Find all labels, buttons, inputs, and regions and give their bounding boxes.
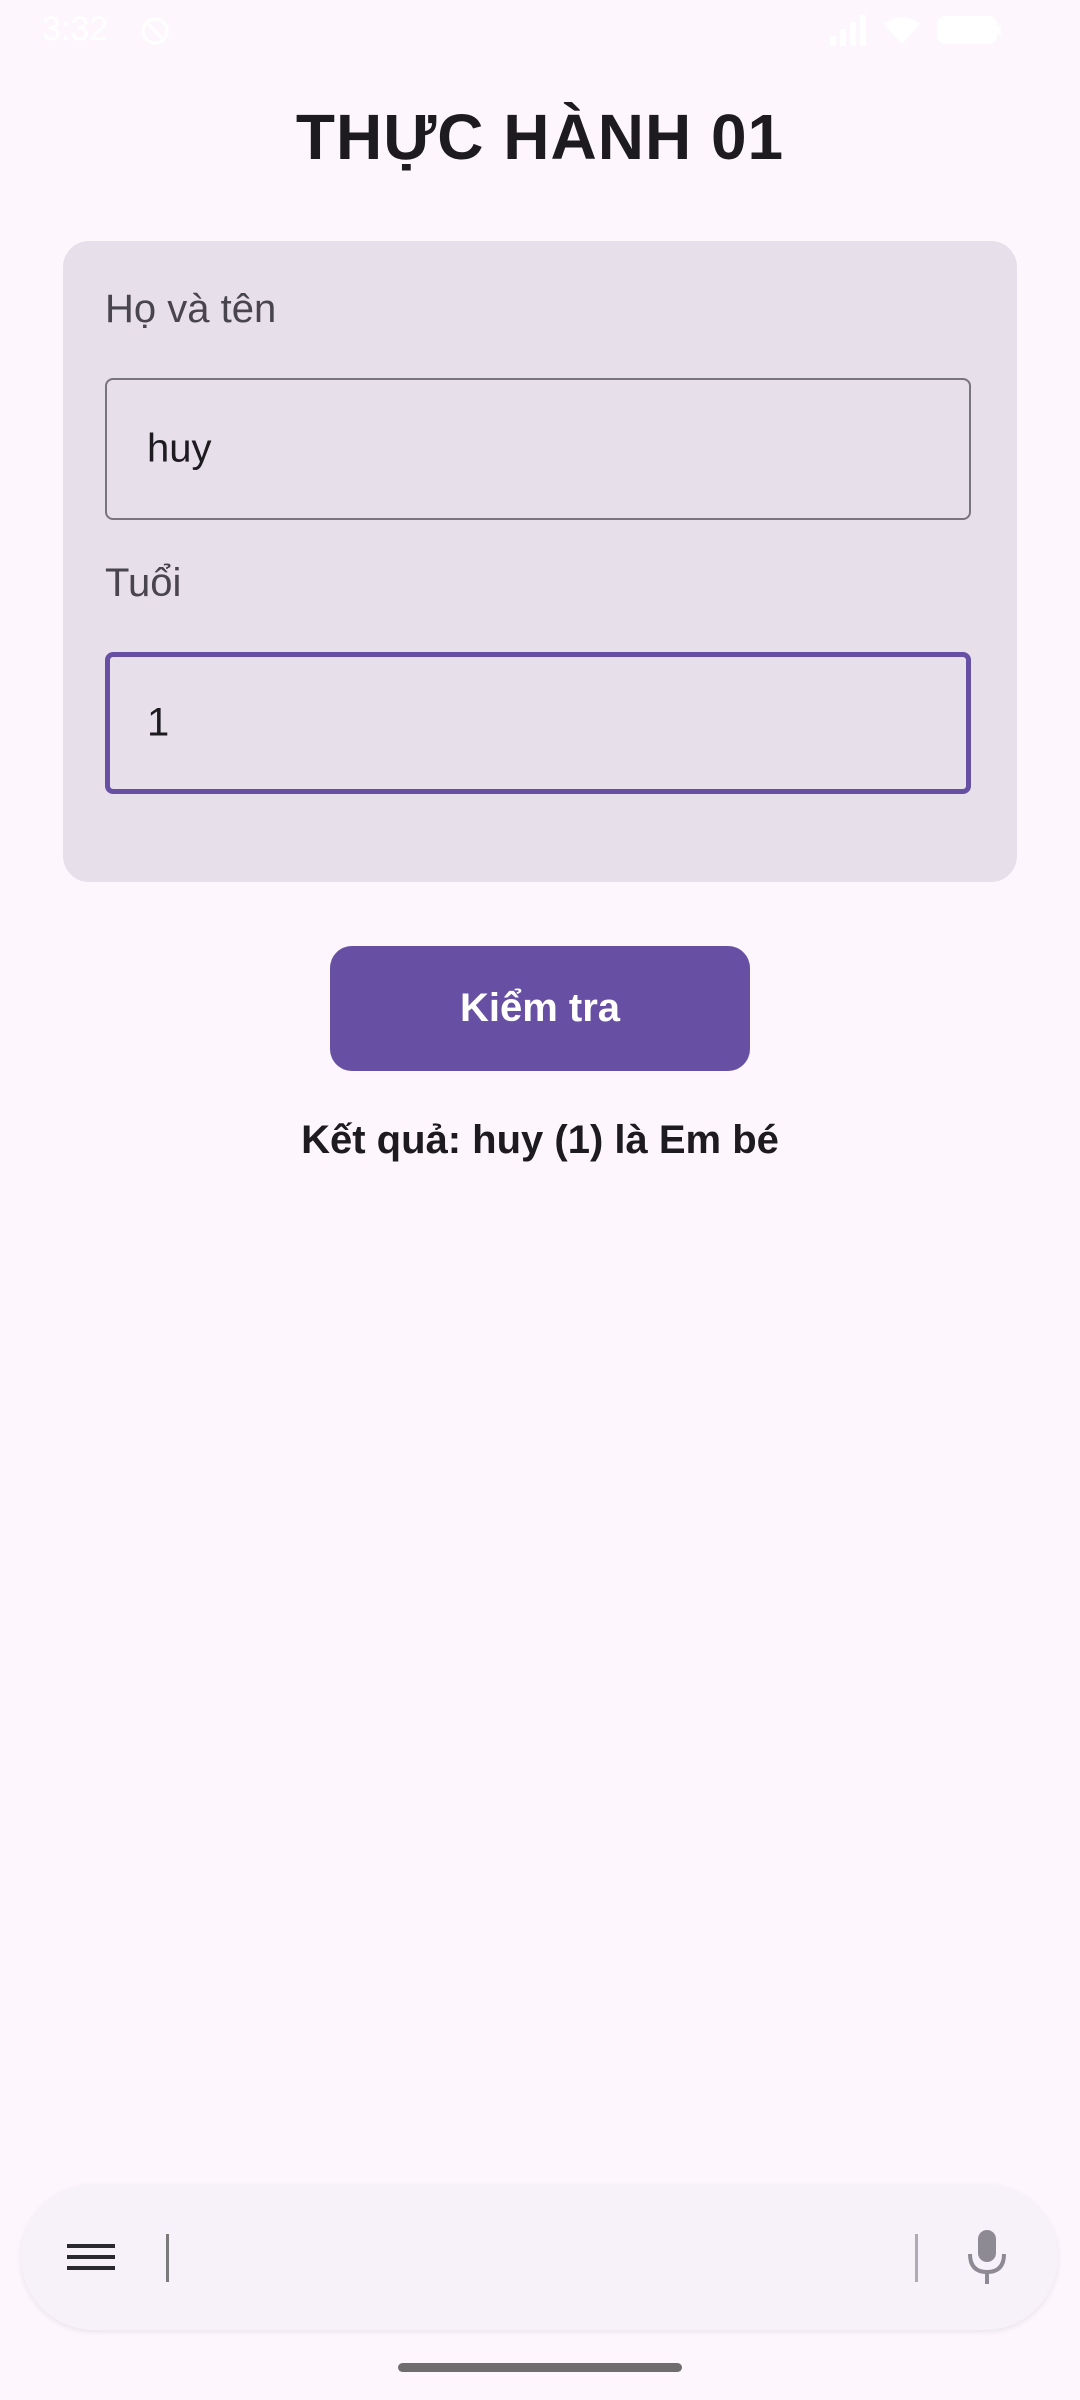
text-cursor [166, 2234, 169, 2282]
hamburger-menu-icon[interactable] [67, 2234, 115, 2280]
name-field[interactable]: huy [105, 378, 971, 520]
name-field-value: huy [147, 426, 212, 471]
bar-divider [915, 2234, 918, 2282]
name-label: Họ và tên [105, 287, 277, 331]
form-card: Họ và tên huy Tuổi 1 [63, 241, 1017, 882]
home-indicator[interactable] [398, 2363, 682, 2372]
keyboard-input-bar [21, 2184, 1058, 2330]
status-indicators [828, 14, 1002, 46]
check-button[interactable]: Kiểm tra [330, 946, 750, 1071]
wifi-icon [884, 17, 920, 44]
age-label: Tuổi [105, 561, 182, 605]
age-field[interactable]: 1 [105, 652, 971, 794]
status-time: 3:32 [42, 10, 109, 48]
do-not-disturb-icon [141, 17, 169, 45]
battery-icon [937, 16, 1001, 44]
microphone-icon[interactable] [964, 2228, 1010, 2286]
result-text: Kết quả: huy (1) là Em bé [301, 1118, 779, 1162]
status-bar: 3:32 [0, 0, 1080, 62]
signal-icon [830, 15, 866, 46]
page-title: THỰC HÀNH 01 [295, 101, 785, 173]
age-field-value: 1 [147, 700, 170, 745]
